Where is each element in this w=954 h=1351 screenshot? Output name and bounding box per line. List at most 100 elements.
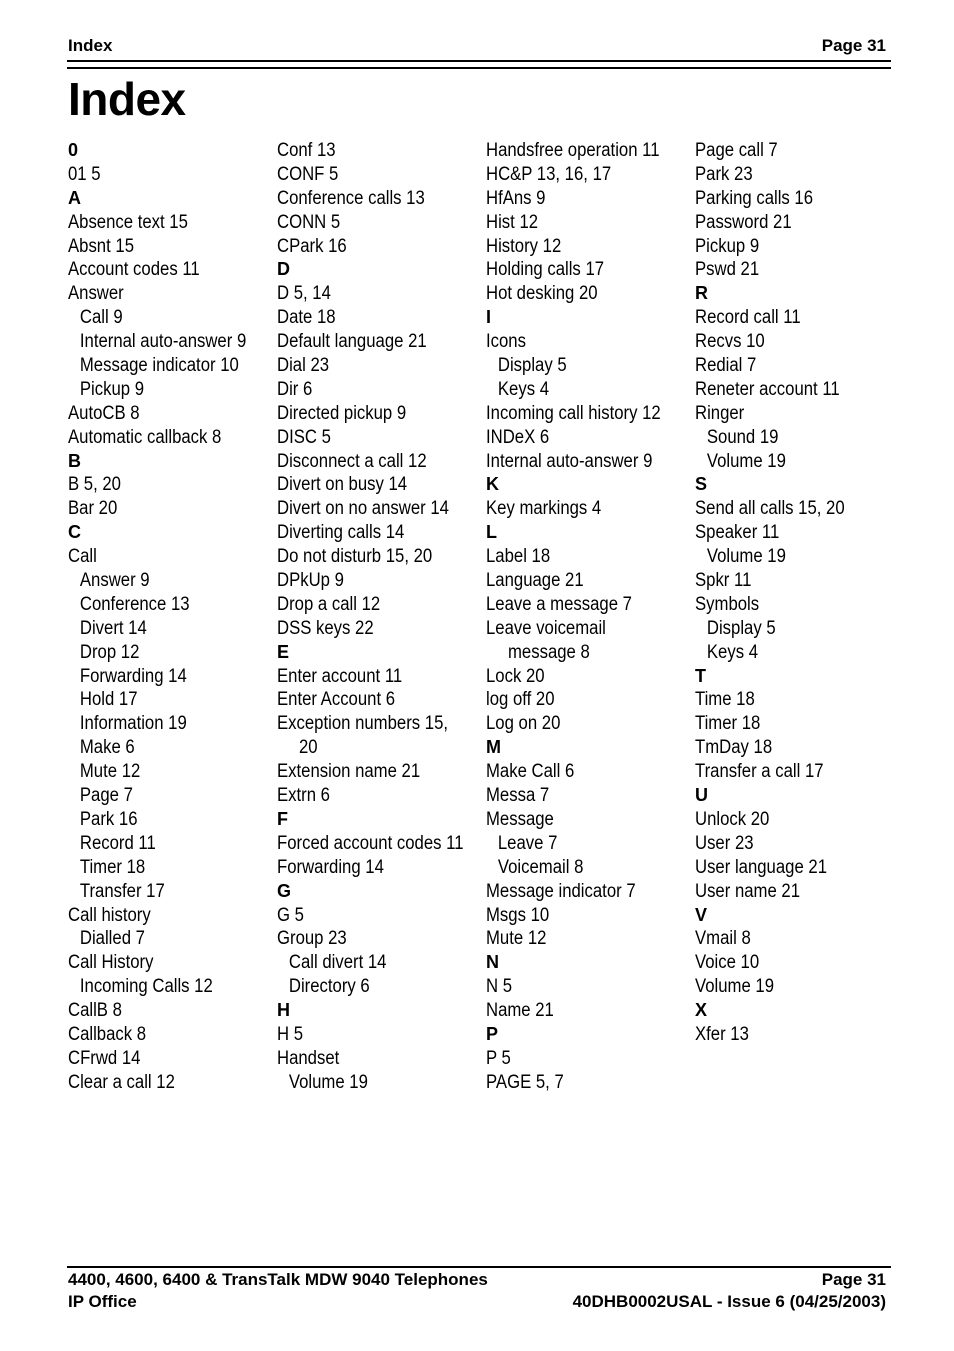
index-entry-continuation: 20 [299, 737, 318, 759]
index-letter-heading: 0 [68, 140, 79, 160]
index-letter-heading: T [695, 665, 706, 686]
index-entry: N 5 [486, 976, 513, 998]
index-entry: Internal auto-answer 9 [486, 450, 653, 472]
index-column-3: Handsfree operation 11 HC&P 13, 16, 17 HfA… [486, 139, 691, 1095]
index-subentry: Leave 7 [497, 832, 558, 854]
index-entry: Hot desking 20 [486, 283, 598, 305]
index-entry: Page call 7 [695, 140, 778, 161]
index-letter-heading: X [695, 1000, 708, 1021]
index-entry: Password 21 [695, 211, 792, 233]
index-entry: User 23 [695, 832, 754, 854]
index-entry: DPkUp 9 [277, 570, 344, 592]
index-subentry: Volume 19 [706, 450, 786, 472]
index-letter-heading: N [486, 952, 499, 973]
index-letter-heading: I [486, 307, 492, 328]
index-entry: Enter Account 6 [277, 689, 396, 711]
index-letter-heading: U [695, 785, 708, 806]
index-entry: PAGE 5, 7 [486, 1071, 564, 1093]
index-entry: Holding calls 17 [486, 259, 605, 281]
index-subentry: Incoming Calls 12 [79, 976, 213, 998]
index-entry: Divert on no answer 14 [277, 498, 449, 520]
index-entry: Language 21 [486, 570, 584, 592]
index-subentry: Message indicator 10 [79, 355, 239, 377]
index-subentry: Record 11 [79, 832, 156, 854]
index-subentry: Answer 9 [79, 570, 150, 592]
index-entry: Forced account codes 11 [277, 832, 464, 854]
index-entry: Leave a message 7 [486, 593, 632, 615]
index-entry: INDeX 6 [486, 426, 550, 448]
index-letter-heading: M [486, 737, 501, 758]
index-entry: Voice 10 [695, 952, 760, 974]
index-subentry: Sound 19 [706, 426, 779, 448]
index-subentry: Pickup 9 [79, 378, 145, 400]
index-entry: Hist 12 [486, 211, 539, 233]
footer-document-title: 4400, 4600, 6400 & TransTalk MDW 9040 Te… [68, 1270, 488, 1289]
index-letter-heading: P [486, 1023, 499, 1044]
index-entry: History 12 [486, 235, 562, 257]
index-entry: Symbols [695, 593, 760, 615]
index-entry: Send all calls 15, 20 [695, 498, 845, 520]
index-entry: Date 18 [277, 307, 336, 329]
index-letter-heading: D [277, 259, 290, 280]
index-entry: CPark 16 [277, 235, 347, 257]
index-entry: Pickup 9 [695, 235, 760, 257]
index-entry: G 5 [277, 904, 304, 926]
index-entry: Account codes 11 [68, 259, 200, 281]
index-entry: Incoming call history 12 [486, 402, 661, 424]
index-entry: Icons [486, 331, 526, 353]
index-entry: CallB 8 [68, 1000, 122, 1022]
index-entry: Group 23 [277, 928, 347, 950]
index-entry: Pswd 21 [695, 259, 760, 281]
index-subentry: Volume 19 [706, 546, 786, 568]
index-subentry: Keys 4 [706, 641, 759, 663]
index-subentry: Transfer 17 [79, 880, 165, 902]
footer-rule [67, 1266, 891, 1268]
index-entry: Label 18 [486, 546, 551, 568]
index-subentry: Information 19 [79, 713, 187, 735]
index-entry: Conference calls 13 [277, 187, 425, 209]
index-entry: Call History [68, 952, 154, 974]
index-entry: Dial 23 [277, 355, 330, 377]
index-subentry: Display 5 [497, 355, 567, 377]
index-entry: Messa 7 [486, 785, 550, 807]
index-entry: Message [486, 808, 554, 830]
index-entry: Forwarding 14 [277, 856, 384, 878]
index-subentry: Page 7 [79, 785, 133, 807]
running-header: Index Page 31 [68, 36, 886, 58]
index-entry: Ringer [695, 402, 745, 424]
header-rule-bottom [67, 67, 891, 69]
index-entry: CONF 5 [277, 163, 339, 185]
header-rule-top [67, 60, 891, 62]
index-entry: Directed pickup 9 [277, 402, 407, 424]
index-subentry: Internal auto-answer 9 [79, 331, 247, 353]
index-entry: Automatic callback 8 [68, 426, 222, 448]
index-entry: Redial 7 [695, 355, 757, 377]
index-entry: Dir 6 [277, 378, 313, 400]
index-entry: User name 21 [695, 880, 801, 902]
index-entry: Divert on busy 14 [277, 474, 408, 496]
index-letter-heading: C [68, 522, 81, 543]
index-subentry: Drop 12 [79, 641, 140, 663]
index-entry: HfAns 9 [486, 187, 546, 209]
index-subentry: Divert 14 [79, 617, 147, 639]
index-subentry: Timer 18 [79, 856, 146, 878]
index-entry: Exception numbers 15, [277, 713, 449, 735]
index-entry: Transfer a call 17 [695, 761, 824, 783]
index-entry: Make Call 6 [486, 761, 575, 783]
index-entry: Call history [68, 904, 151, 926]
index-entry: AutoCB 8 [68, 402, 140, 424]
index-entry: B 5, 20 [68, 474, 121, 496]
index-entry: DISC 5 [277, 426, 331, 448]
index-subentry: Keys 4 [497, 378, 550, 400]
index-subentry: Display 5 [706, 617, 776, 639]
index-entry: Drop a call 12 [277, 593, 381, 615]
index-entry: HC&P 13, 16, 17 [486, 163, 612, 185]
index-column-4: Page call 7 Park 23 Parking calls 16 Passwo… [695, 139, 900, 1047]
index-letter-heading: H [277, 1000, 290, 1021]
index-letter-heading: E [277, 641, 290, 662]
index-entry: Extension name 21 [277, 761, 421, 783]
index-letter-heading: G [277, 880, 292, 901]
index-subentry: Make 6 [79, 737, 135, 759]
index-entry-continuation: message 8 [508, 641, 590, 663]
index-entry: Record call 11 [695, 307, 801, 329]
